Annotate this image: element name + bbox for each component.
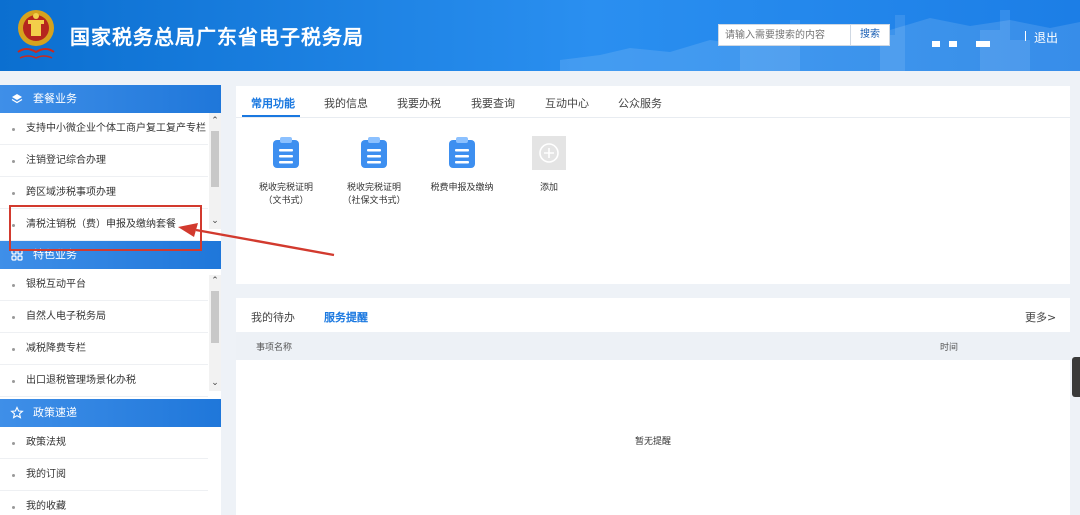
empty-state-text: 暂无提醒 bbox=[634, 437, 671, 447]
tab-my-info[interactable]: 我的信息 bbox=[324, 95, 368, 111]
tab-query[interactable]: 我要查询 bbox=[471, 95, 515, 111]
search-input[interactable] bbox=[718, 24, 850, 46]
search-button[interactable]: 搜索 bbox=[850, 24, 890, 46]
document-icon bbox=[361, 137, 387, 168]
star-icon bbox=[10, 406, 24, 419]
tile-tax-certificate-document[interactable]: 税收完税证明 （文书式） bbox=[246, 136, 326, 208]
side-handle[interactable] bbox=[1072, 357, 1080, 397]
scroll-down-icon[interactable]: ⌄ bbox=[209, 215, 221, 227]
tab-common-functions[interactable]: 常用功能 bbox=[251, 95, 295, 111]
column-item-name: 事项名称 bbox=[256, 343, 293, 353]
tab-service-reminder[interactable]: 服务提醒 bbox=[324, 309, 368, 325]
active-tab-underline bbox=[242, 115, 300, 117]
header-bar: 国家税务总局广东省电子税务局 搜索 退出 bbox=[0, 0, 1080, 71]
scroll-thumb[interactable] bbox=[211, 291, 219, 343]
sidebar: 套餐业务 支持中小微企业个体工商户复工复产专栏 注销登记综合办理 跨区域涉税事项… bbox=[0, 85, 221, 515]
document-icon bbox=[449, 137, 475, 168]
tax-emblem-logo bbox=[17, 10, 55, 59]
header-icon-3[interactable] bbox=[976, 40, 991, 47]
tab-interaction[interactable]: 互动中心 bbox=[545, 95, 589, 111]
tile-tax-certificate-social[interactable]: 税收完税证明 （社保文书式） bbox=[334, 136, 414, 208]
tile-label: 添加 bbox=[539, 183, 558, 193]
document-icon bbox=[273, 137, 299, 168]
sidebar-item-tax-reduction[interactable]: 减税降费专栏 bbox=[0, 333, 208, 365]
scroll-thumb[interactable] bbox=[211, 131, 219, 187]
highlight-box bbox=[9, 205, 202, 251]
sidebar-list-featured: 银税互动平台 自然人电子税务局 减税降费专栏 出口退税管理场景化办税 ⌃ ⌄ bbox=[0, 269, 221, 399]
tile-label: 税费申报及缴纳 bbox=[430, 183, 494, 193]
tab-public-service[interactable]: 公众服务 bbox=[618, 95, 662, 111]
column-time: 时间 bbox=[940, 343, 959, 353]
sidebar-item-natural-person[interactable]: 自然人电子税务局 bbox=[0, 301, 208, 333]
sidebar-scrollbar[interactable]: ⌃ ⌄ bbox=[209, 275, 221, 391]
tab-my-todo[interactable]: 我的待办 bbox=[251, 309, 295, 325]
header-icon-2[interactable] bbox=[949, 40, 958, 47]
more-link[interactable]: 更多> bbox=[1025, 309, 1056, 325]
header-divider bbox=[1025, 31, 1026, 41]
sidebar-item-bank-tax[interactable]: 银税互动平台 bbox=[0, 269, 208, 301]
sidebar-item-favorites[interactable]: 我的收藏 bbox=[0, 491, 208, 515]
tile-tax-declaration-payment[interactable]: 税费申报及缴纳 bbox=[422, 136, 502, 195]
logout-button[interactable]: 退出 bbox=[1034, 29, 1058, 46]
sidebar-list-policy: 政策法规 我的订阅 我的收藏 bbox=[0, 427, 221, 515]
sidebar-section-title: 套餐业务 bbox=[33, 92, 77, 105]
tile-label: 税收完税证明 （社保文书式） bbox=[342, 183, 406, 206]
sidebar-item-export-rebate[interactable]: 出口退税管理场景化办税 bbox=[0, 365, 208, 397]
scroll-up-icon[interactable]: ⌃ bbox=[209, 115, 221, 127]
tile-add[interactable]: 添加 bbox=[509, 136, 589, 195]
header-icons bbox=[932, 33, 994, 52]
sidebar-item-deregistration[interactable]: 注销登记综合办理 bbox=[0, 145, 208, 177]
header-icon-1[interactable] bbox=[932, 40, 940, 47]
function-tabs: 常用功能 我的信息 我要办税 我要查询 互动中心 公众服务 bbox=[236, 86, 1070, 118]
site-title: 国家税务总局广东省电子税务局 bbox=[70, 25, 364, 49]
task-panel: 我的待办 服务提醒 更多> 事项名称 时间 暂无提醒 bbox=[236, 298, 1070, 515]
sidebar-section-title: 政策速递 bbox=[33, 406, 77, 419]
scroll-down-icon[interactable]: ⌄ bbox=[209, 377, 221, 389]
plus-icon bbox=[532, 136, 566, 170]
sidebar-section-package[interactable]: 套餐业务 bbox=[0, 85, 221, 113]
scroll-up-icon[interactable]: ⌃ bbox=[209, 275, 221, 287]
function-panel: 常用功能 我的信息 我要办税 我要查询 互动中心 公众服务 税收完税证明 （文书式… bbox=[236, 86, 1070, 284]
tab-file-tax[interactable]: 我要办税 bbox=[397, 95, 441, 111]
sidebar-item-policy-regulations[interactable]: 政策法规 bbox=[0, 427, 208, 459]
tile-label: 税收完税证明 （文书式） bbox=[258, 183, 313, 206]
sidebar-item-subscriptions[interactable]: 我的订阅 bbox=[0, 459, 208, 491]
reminder-table-header: 事项名称 时间 bbox=[236, 332, 1070, 360]
layers-icon bbox=[11, 94, 23, 104]
sidebar-scrollbar[interactable]: ⌃ ⌄ bbox=[209, 113, 221, 229]
sidebar-section-policy[interactable]: 政策速递 bbox=[0, 399, 221, 427]
sidebar-item-resumption[interactable]: 支持中小微企业个体工商户复工复产专栏 bbox=[0, 113, 208, 145]
